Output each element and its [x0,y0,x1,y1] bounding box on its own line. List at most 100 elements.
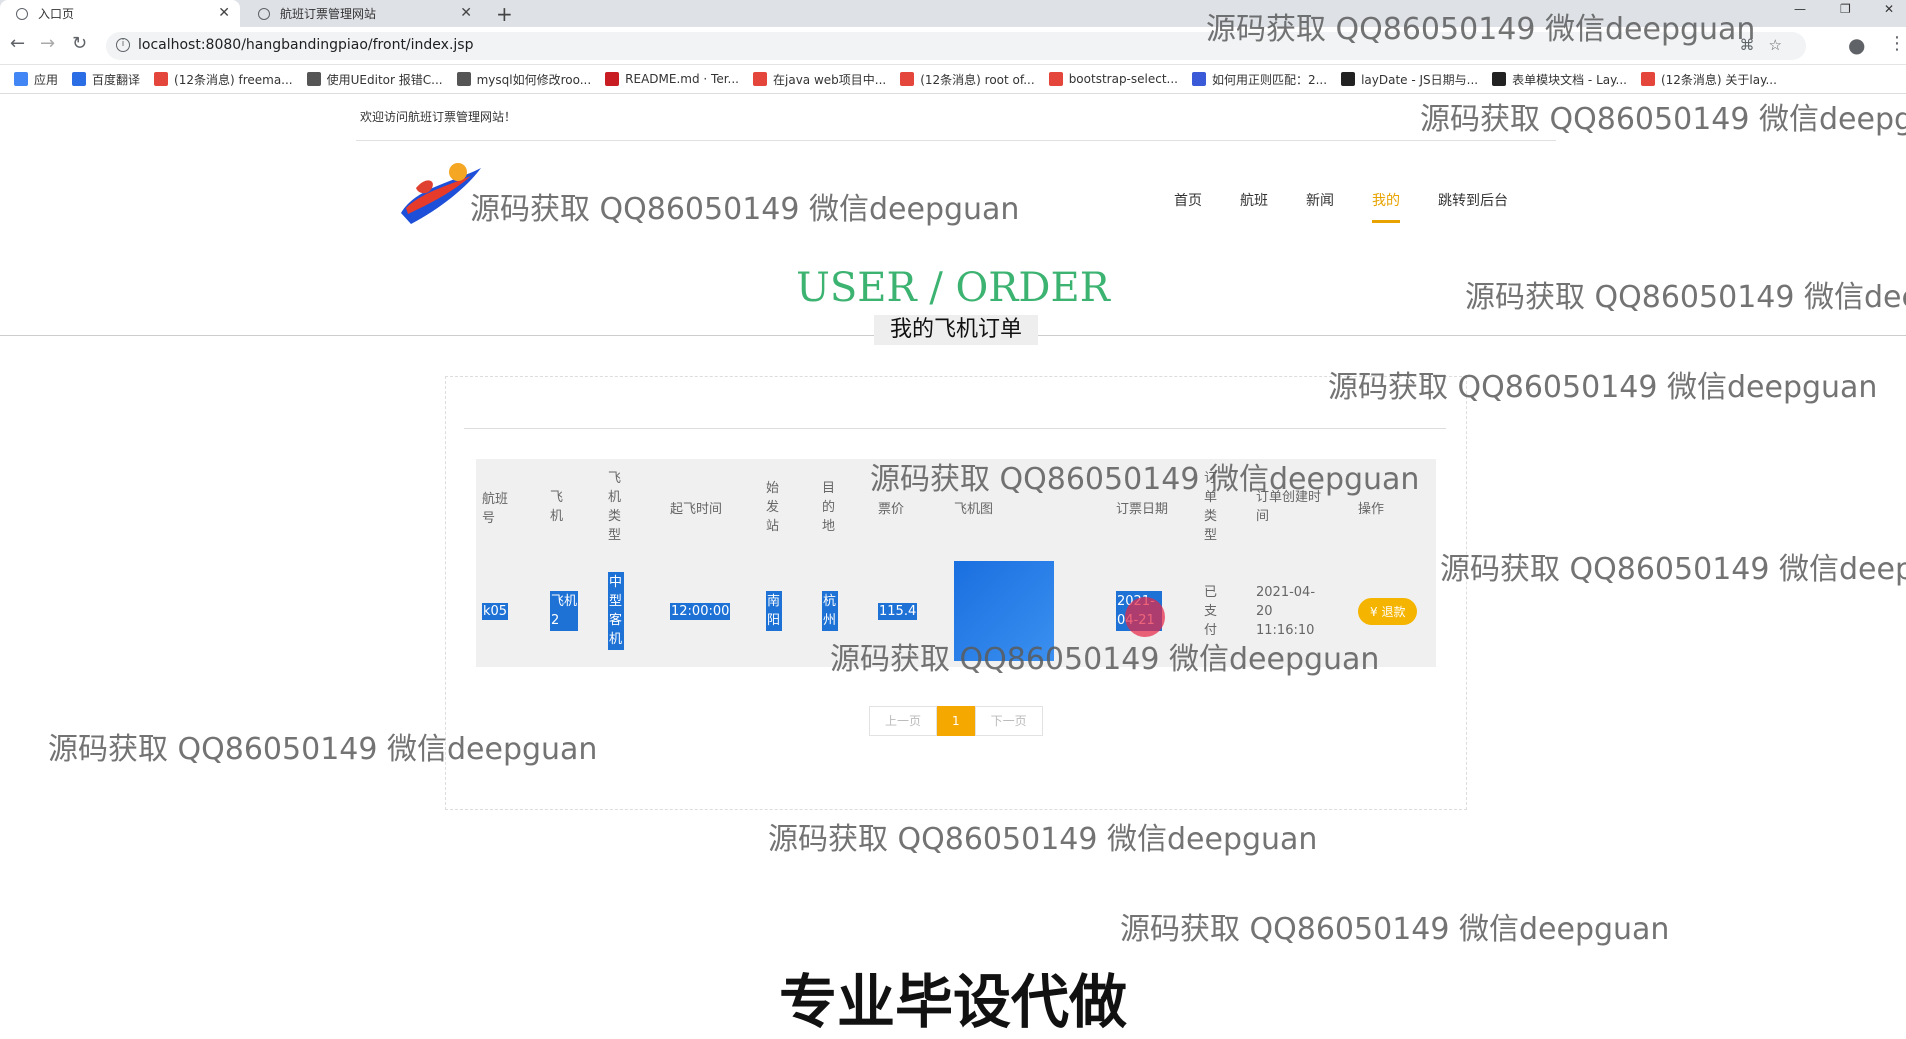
forward-icon[interactable]: → [40,33,55,54]
bookmark-label: 应用 [34,72,59,87]
tab-title: 航班订票管理网站 [280,7,377,21]
bookmark-label: (12条消息) 关于lay... [1660,72,1777,87]
bookmark-label: 在java web项目中... [773,72,887,87]
site-icon [258,7,270,20]
close-icon[interactable]: ✕ [460,5,472,21]
divider [356,140,1556,141]
promo-banner: 专业毕设代做 [778,968,1127,1036]
cell-origin: 南阳 [766,591,782,631]
watermark: 源码获取 QQ86050149 微信deepguan [48,732,598,767]
bookmark-label: (12条消息) freema... [174,72,293,87]
bookmark-label: 表单模块文档 - Lay... [1512,72,1627,87]
info-icon[interactable]: i [116,38,130,52]
nav-item[interactable]: 航班 [1240,190,1268,223]
new-tab-button[interactable]: + [496,2,513,26]
col-header: 飞机类型 [608,471,622,543]
bookmark-favicon-icon [1048,72,1063,86]
bookmark-favicon-icon [1640,72,1655,86]
watermark: 源码获取 QQ86050149 微信deepguan [1440,552,1906,587]
cell-order-type: 已支付 [1204,584,1218,638]
click-indicator [1125,597,1165,637]
cell-plane: 飞机2 [550,591,578,631]
divider [464,428,1446,429]
prev-page-button[interactable]: 上一页 [869,706,938,736]
col-header: 航班号 [482,492,509,526]
col-header: 目的地 [822,480,836,534]
cell-flight-no: k05 [482,602,509,620]
bookmark-item[interactable]: mysql如何修改roo... [456,71,592,88]
bookmark-label: 使用UEditor 报错C... [326,72,443,87]
nav-item[interactable]: 我的 [1372,190,1400,223]
bookmark-item[interactable]: bootstrap-select... [1048,72,1178,86]
bookmark-item[interactable]: (12条消息) root of... [900,71,1035,88]
refund-button[interactable]: ¥ 退款 [1358,597,1418,625]
bookmark-favicon-icon [154,72,169,86]
bookmark-favicon-icon [306,72,321,86]
bookmark-item[interactable]: 表单模块文档 - Lay... [1492,71,1627,88]
close-window-icon[interactable]: ✕ [1884,2,1894,16]
minimize-icon[interactable]: — [1794,2,1806,16]
nav-item[interactable]: 跳转到后台 [1438,190,1508,223]
tab-title: 入口页 [38,7,75,21]
next-page-button[interactable]: 下一页 [974,706,1043,736]
bookmark-item[interactable]: 百度翻译 [72,71,140,88]
pagination: 上一页 1 下一页 [869,706,1043,736]
apps-icon [14,72,28,86]
bookmark-favicon-icon [1341,72,1356,86]
nav-item[interactable]: 首页 [1174,190,1202,223]
close-icon[interactable]: ✕ [218,5,230,21]
watermark: 源码获取 QQ86050149 微信deepguan [830,642,1380,677]
watermark: 源码获取 QQ86050149 微信deepguan [1420,102,1906,137]
bookmark-favicon-icon [605,72,620,86]
bookmark-label: mysql如何修改roo... [476,72,592,87]
tab-booking-site[interactable]: 航班订票管理网站 ✕ [242,0,482,27]
bookmark-item[interactable]: 在java web项目中... [753,71,886,88]
col-header: 票价 [878,501,905,517]
avatar-icon[interactable]: ● [1848,33,1865,57]
yen-icon: ¥ [1370,604,1378,619]
restore-icon[interactable]: ❐ [1840,2,1851,16]
url-text[interactable]: localhost:8080/hangbandingpiao/front/ind… [138,37,473,53]
menu-icon[interactable]: ⋮ [1888,33,1906,54]
col-header: 起飞时间 [670,501,723,517]
col-header: 飞机 [550,490,564,524]
page-number-current[interactable]: 1 [937,706,975,736]
watermark: 源码获取 QQ86050149 微信deepguan [1465,280,1906,315]
watermark: 源码获取 QQ86050149 微信deepguan [1120,912,1670,947]
watermark: 源码获取 QQ86050149 微信deepguan [1328,370,1878,405]
bookmark-favicon-icon [1191,72,1206,86]
bookmark-favicon-icon [456,72,471,86]
globe-icon [16,7,28,20]
bookmark-favicon-icon [72,72,87,86]
nav-item[interactable]: 新闻 [1306,190,1334,223]
bookmarks-bar: 应用 百度翻译 (12条消息) freema... 使用UEditor 报错C... m… [0,65,1906,94]
col-header: 始发站 [766,480,780,534]
tab-home[interactable]: 入口页 ✕ [0,0,240,27]
bookmark-label: 百度翻译 [92,72,141,87]
bookmark-label: README.md · Ter... [625,72,739,86]
bookmark-item[interactable]: 应用 [14,71,58,88]
section-subtitle: 我的飞机订单 [874,315,1038,345]
back-icon[interactable]: ← [10,33,25,54]
bookmark-label: (12条消息) root of... [920,72,1035,87]
bookmark-label: layDate - JS日期与... [1361,72,1479,87]
bookmark-item[interactable]: (12条消息) 关于lay... [1640,71,1777,88]
watermark: 源码获取 QQ86050149 微信deepguan [870,462,1420,497]
bookmark-item[interactable]: 如何用正则匹配：2... [1191,71,1328,88]
watermark: 源码获取 QQ86050149 微信deepguan [768,822,1318,857]
bookmark-item[interactable]: 使用UEditor 报错C... [306,71,443,88]
cell-destination: 杭州 [822,591,838,631]
main-nav: 首页 航班 新闻 我的 跳转到后台 [1174,190,1546,223]
reload-icon[interactable]: ↻ [72,33,87,54]
cell-price: 115.4 [878,602,918,620]
bookmark-label: 如何用正则匹配：2... [1211,72,1328,87]
col-header: 飞机图 [954,501,994,517]
bookmark-item[interactable]: layDate - JS日期与... [1341,71,1478,88]
bookmark-item[interactable]: (12条消息) freema... [154,71,293,88]
cell-plane-type: 中型客机 [608,572,624,650]
bookmark-favicon-icon [900,72,915,86]
watermark: 源码获取 QQ86050149 微信deepguan [1206,12,1756,47]
cell-created: 2021-04-20 11:16:10 [1256,584,1316,638]
refund-label: 退款 [1381,604,1406,619]
bookmark-item[interactable]: README.md · Ter... [605,72,739,86]
